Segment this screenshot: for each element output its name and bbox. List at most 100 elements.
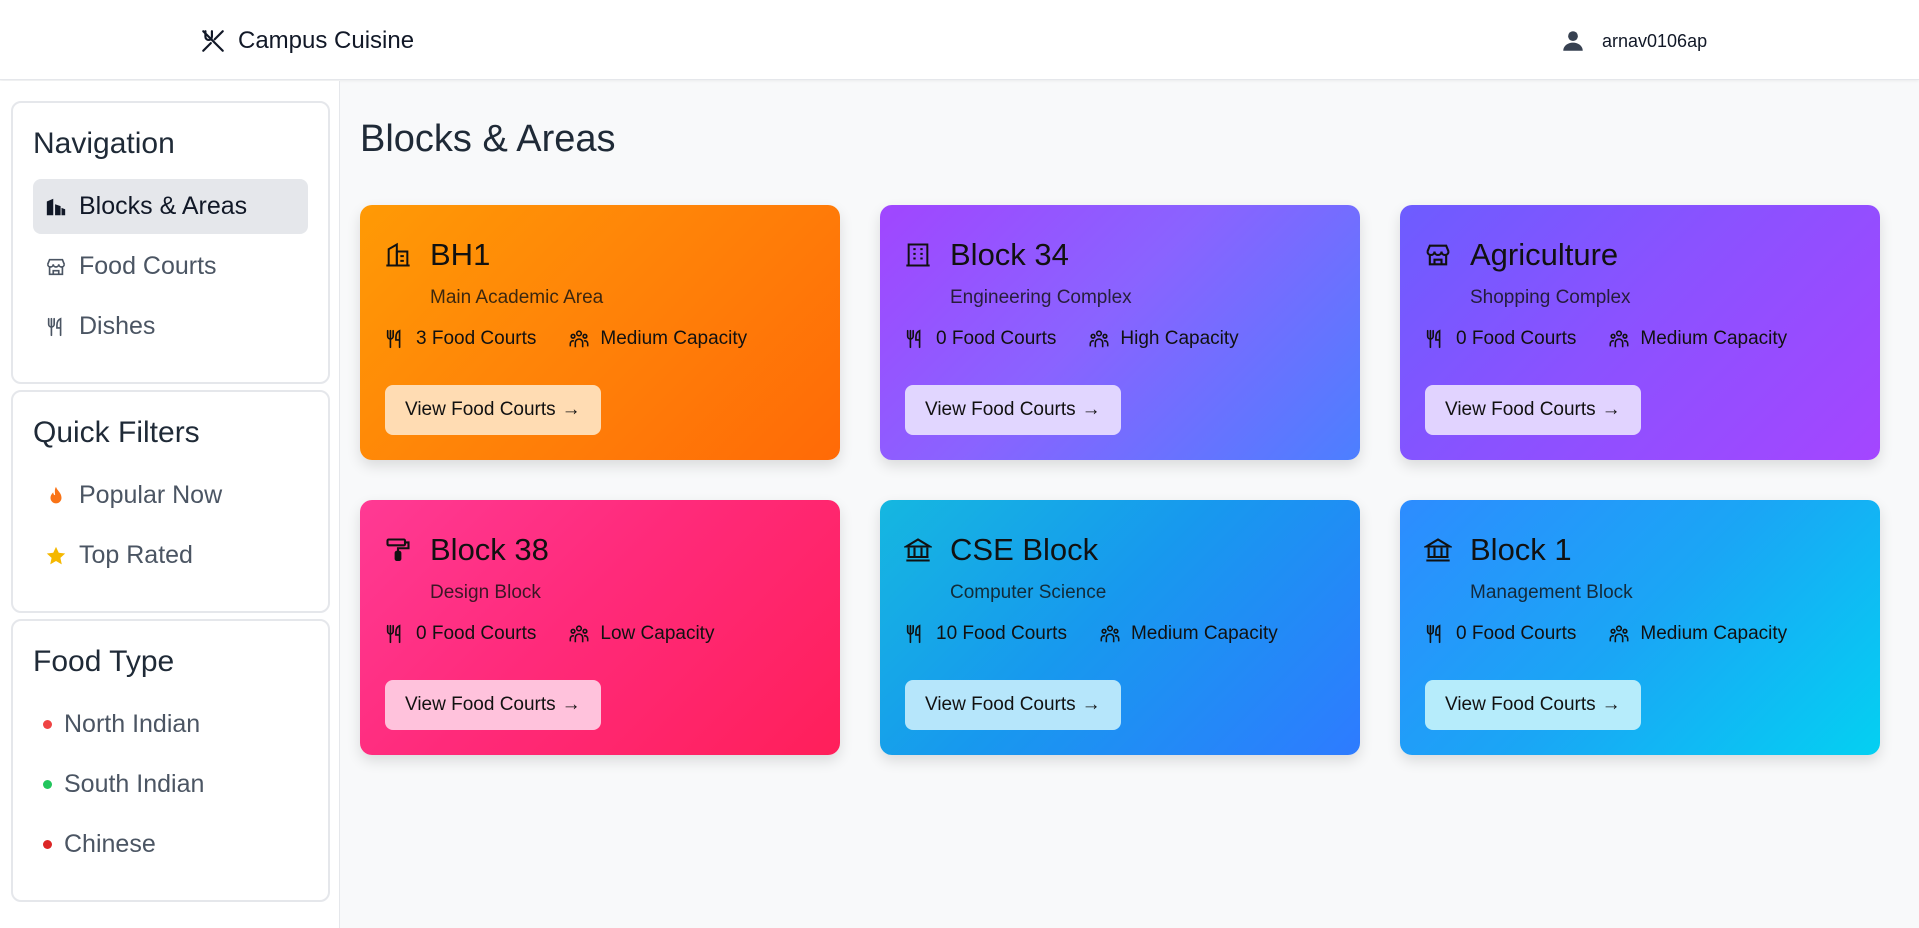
card-title: CSE Block — [950, 532, 1099, 567]
sidebar-item-label: Blocks & Areas — [79, 192, 248, 220]
capacity-label: Medium Capacity — [1130, 623, 1278, 644]
arrow-right-icon: → — [1081, 399, 1101, 420]
filter-popular-now[interactable]: Popular Now — [33, 468, 308, 523]
sidebar-item-food-courts[interactable]: Food Courts — [33, 239, 308, 294]
card-subtitle: Shopping Complex — [1470, 287, 1631, 308]
card-subtitle: Engineering Complex — [950, 287, 1132, 308]
arrow-right-icon: → — [1081, 694, 1101, 715]
arrow-right-icon: → — [1601, 399, 1621, 420]
filter-label: Top Rated — [79, 541, 193, 569]
users-icon — [1609, 625, 1629, 643]
card-title: Block 38 — [430, 532, 549, 567]
building-icon — [46, 198, 66, 215]
view-food-courts-button[interactable]: View Food Courts → — [385, 680, 601, 730]
food-type-label: South Indian — [64, 770, 205, 798]
block-card-cse-block: CSE Block Computer Science 10 Food Court… — [880, 500, 1360, 755]
food-courts-count: 3 Food Courts — [416, 328, 537, 349]
red-dot-icon — [43, 840, 52, 849]
users-icon — [569, 330, 589, 348]
quick-filters-title: Quick Filters — [33, 416, 200, 449]
view-food-courts-button[interactable]: View Food Courts → — [1425, 680, 1641, 730]
button-label: View Food Courts — [925, 694, 1076, 715]
navigation-panel: Navigation Blocks & Areas Food Courts Di… — [11, 101, 330, 384]
card-title: Agriculture — [1470, 237, 1619, 272]
button-label: View Food Courts — [1445, 694, 1596, 715]
arrow-right-icon: → — [1601, 694, 1621, 715]
institution-icon — [904, 538, 932, 562]
brand-link[interactable]: Campus Cuisine — [200, 26, 414, 56]
sidebar-item-label: Dishes — [79, 312, 156, 340]
food-type-title: Food Type — [33, 645, 175, 678]
food-type-north-indian[interactable]: North Indian — [33, 697, 308, 752]
card-title: Block 34 — [950, 237, 1069, 272]
food-courts-count: 0 Food Courts — [936, 328, 1057, 349]
users-icon — [569, 625, 589, 643]
utensils-icon — [1426, 624, 1441, 644]
utensils-icon — [906, 329, 921, 349]
fork-knife-icon — [202, 30, 224, 52]
block-card-bh1: BH1 Main Academic Area 3 Food Courts Med… — [360, 205, 840, 460]
top-bar: Campus Cuisine arnav0106ap — [0, 0, 1919, 80]
block-card-block-34: Block 34 Engineering Complex 0 Food Cour… — [880, 205, 1360, 460]
utensils-icon — [1426, 329, 1441, 349]
food-courts-count: 0 Food Courts — [1456, 623, 1577, 644]
filter-label: Popular Now — [79, 481, 223, 509]
star-icon — [46, 546, 66, 564]
card-subtitle: Main Academic Area — [430, 287, 604, 308]
block-card-agriculture: Agriculture Shopping Complex 0 Food Cour… — [1400, 205, 1880, 460]
green-dot-icon — [43, 780, 52, 789]
block-card-block-1: Block 1 Management Block 0 Food Courts M… — [1400, 500, 1880, 755]
card-title: BH1 — [430, 237, 491, 272]
capacity-label: High Capacity — [1120, 328, 1239, 349]
users-icon — [1609, 330, 1629, 348]
utensils-icon — [906, 624, 921, 644]
view-food-courts-button[interactable]: View Food Courts → — [905, 680, 1121, 730]
button-label: View Food Courts — [925, 399, 1076, 420]
view-food-courts-button[interactable]: View Food Courts → — [1425, 385, 1641, 435]
fire-icon — [50, 486, 62, 503]
sidebar-item-blocks-areas[interactable]: Blocks & Areas — [33, 179, 308, 234]
arrow-right-icon: → — [561, 694, 581, 715]
button-label: View Food Courts — [405, 694, 556, 715]
card-subtitle: Management Block — [1470, 582, 1633, 603]
food-type-chinese[interactable]: Chinese — [33, 817, 308, 872]
button-label: View Food Courts — [405, 399, 556, 420]
food-courts-count: 0 Food Courts — [416, 623, 537, 644]
food-courts-count: 10 Food Courts — [936, 623, 1067, 644]
capacity-label: Medium Capacity — [600, 328, 748, 349]
button-label: View Food Courts — [1445, 399, 1596, 420]
view-food-courts-button[interactable]: View Food Courts → — [905, 385, 1121, 435]
food-type-south-indian[interactable]: South Indian — [33, 757, 308, 812]
filter-top-rated[interactable]: Top Rated — [33, 528, 308, 583]
food-type-label: North Indian — [64, 710, 201, 738]
card-subtitle: Design Block — [430, 582, 541, 603]
card-title: Block 1 — [1470, 532, 1572, 567]
store-icon — [1426, 244, 1450, 266]
capacity-label: Low Capacity — [600, 623, 715, 644]
view-food-courts-button[interactable]: View Food Courts → — [385, 385, 601, 435]
capacity-label: Medium Capacity — [1640, 623, 1788, 644]
red-dot-icon — [43, 720, 52, 729]
food-type-label: Chinese — [64, 830, 156, 858]
sidebar-item-dishes[interactable]: Dishes — [33, 299, 308, 354]
sidebar-item-label: Food Courts — [79, 252, 217, 280]
arrow-right-icon: → — [561, 399, 581, 420]
utensils-icon — [47, 317, 62, 336]
sidebar: Navigation Blocks & Areas Food Courts Di… — [0, 81, 340, 928]
institution-icon — [1424, 538, 1452, 562]
users-icon — [1089, 330, 1109, 348]
user-menu[interactable]: arnav0106ap — [1560, 26, 1707, 56]
brand-name: Campus Cuisine — [238, 27, 415, 54]
username: arnav0106ap — [1602, 30, 1708, 51]
store-icon — [46, 258, 66, 275]
block-card-block-38: Block 38 Design Block 0 Food Courts Low … — [360, 500, 840, 755]
navigation-title: Navigation — [33, 127, 175, 160]
food-courts-count: 0 Food Courts — [1456, 328, 1577, 349]
users-icon — [1100, 625, 1120, 643]
capacity-label: Medium Capacity — [1640, 328, 1788, 349]
building-icon — [386, 242, 410, 267]
page-title: Blocks & Areas — [360, 118, 616, 160]
quick-filters-panel: Quick Filters Popular Now Top Rated — [11, 390, 330, 613]
card-subtitle: Computer Science — [950, 582, 1107, 603]
utensils-icon — [386, 624, 401, 644]
